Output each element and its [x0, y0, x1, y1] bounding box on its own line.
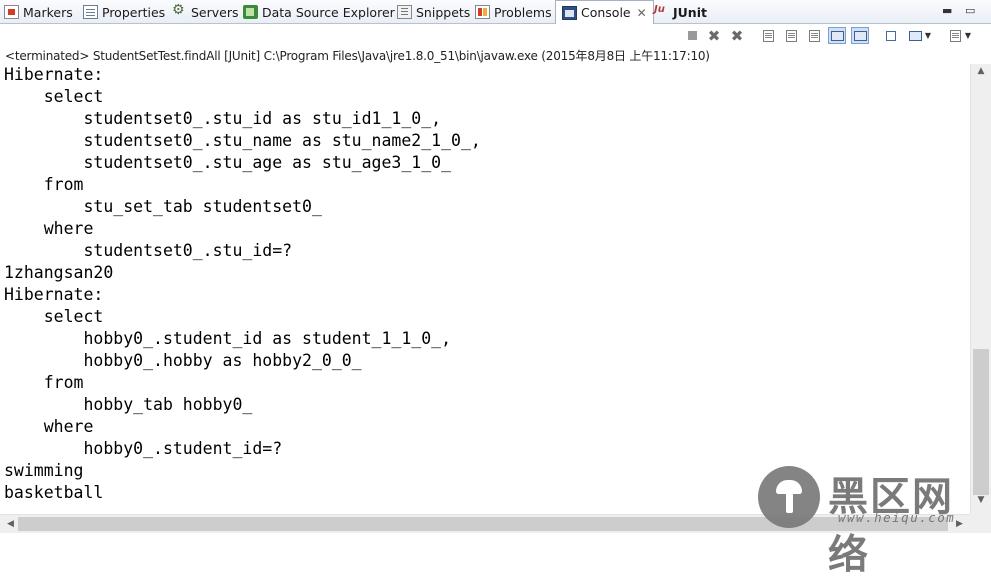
junit-icon: [654, 4, 669, 19]
clear-console-button[interactable]: [759, 27, 777, 44]
console-text: Hibernate: select studentset0_.stu_id as…: [0, 64, 970, 504]
console-line: studentset0_.stu_id=?: [4, 241, 293, 260]
terminate-icon: [687, 31, 697, 40]
console-output[interactable]: Hibernate: select studentset0_.stu_id as…: [0, 64, 970, 514]
tab-junit-label: JUnit: [673, 4, 707, 20]
tab-problems[interactable]: Problems: [475, 0, 552, 24]
pin-console-button[interactable]: [882, 27, 900, 44]
data-source-explorer-icon: [243, 5, 258, 19]
tab-servers[interactable]: Servers: [172, 0, 239, 24]
display-console-icon: [908, 30, 922, 41]
open-console-icon: [949, 29, 961, 42]
properties-icon: [83, 5, 98, 19]
chevron-down-icon: ▼: [964, 31, 971, 40]
scroll-lock-button[interactable]: [782, 27, 800, 44]
console-line: hobby0_.student_id as student_1_1_0_,: [4, 329, 452, 348]
vertical-scrollbar[interactable]: ▲ ▼: [970, 64, 991, 514]
remove-all-icon: ✖: [730, 26, 744, 45]
console-line: select: [4, 87, 104, 106]
terminate-button[interactable]: [683, 27, 701, 44]
display-selected-console-button[interactable]: ▼: [906, 27, 931, 44]
servers-icon: [172, 2, 187, 19]
tab-snippets[interactable]: Snippets: [397, 0, 470, 24]
remove-all-terminated-button[interactable]: ✖: [728, 26, 746, 45]
console-line: studentset0_.stu_id as stu_id1_1_0_,: [4, 109, 442, 128]
tab-properties-label: Properties: [102, 4, 166, 20]
close-icon[interactable]: ✕: [637, 6, 647, 20]
remove-icon: ✖: [707, 26, 721, 45]
problems-icon: [475, 5, 490, 19]
console-line: 1zhangsan20: [4, 263, 114, 282]
mushroom-logo-icon: [758, 466, 820, 528]
stdout-icon: [830, 30, 844, 41]
stderr-icon: [853, 30, 867, 41]
show-console-on-stdout-button[interactable]: [828, 27, 846, 44]
tab-console-label: Console: [581, 5, 631, 20]
console-line: studentset0_.stu_name as stu_name2_1_0_,: [4, 131, 481, 150]
chevron-down-icon: ▼: [924, 31, 931, 40]
pin-icon: [886, 30, 896, 41]
view-tab-bar: Markers Properties Servers Data Source E…: [0, 0, 991, 24]
console-line: Hibernate:: [4, 65, 114, 84]
console-line: hobby0_.hobby as hobby2_0_0_: [4, 351, 372, 370]
minimize-button[interactable]: ▬: [942, 4, 952, 17]
tab-snippets-label: Snippets: [416, 4, 471, 20]
console-line: stu_set_tab studentset0_: [4, 197, 332, 216]
scroll-left-icon[interactable]: ◀: [2, 516, 19, 533]
watermark: 黑区网络 www.heiqu.com: [758, 466, 983, 578]
remove-launch-button[interactable]: ✖: [705, 26, 723, 45]
console-line: Hibernate:: [4, 285, 114, 304]
tab-junit[interactable]: JUnit: [654, 0, 707, 24]
watermark-url: www.heiqu.com: [838, 510, 956, 525]
tab-problems-label: Problems: [494, 4, 552, 20]
console-line: from: [4, 175, 84, 194]
console-line: select: [4, 307, 104, 326]
console-line: hobby0_.student_id=?: [4, 439, 283, 458]
process-status-line: <terminated> StudentSetTest.findAll [JUn…: [5, 49, 710, 63]
word-wrap-icon: [808, 29, 820, 42]
tab-data-source-explorer-label: Data Source Explorer: [262, 4, 395, 20]
maximize-button[interactable]: ▭: [965, 4, 975, 17]
tab-markers-label: Markers: [23, 4, 73, 20]
console-line: where: [4, 219, 94, 238]
open-console-button[interactable]: ▼: [946, 27, 971, 44]
word-wrap-button[interactable]: [805, 27, 823, 44]
markers-icon: [4, 5, 19, 19]
console-line: hobby_tab hobby0_: [4, 395, 263, 414]
snippets-icon: [397, 5, 412, 19]
tab-properties[interactable]: Properties: [83, 0, 165, 24]
tab-console[interactable]: Console ✕: [555, 0, 654, 24]
scroll-lock-icon: [785, 29, 797, 42]
tab-data-source-explorer[interactable]: Data Source Explorer: [243, 0, 395, 24]
console-icon: [562, 5, 577, 20]
scroll-up-icon[interactable]: ▲: [971, 66, 991, 83]
console-line: studentset0_.stu_age as stu_age3_1_0_: [4, 153, 461, 172]
show-console-on-stderr-button[interactable]: [851, 27, 869, 44]
console-toolbar: ✖ ✖ ▼ ▼: [0, 24, 991, 47]
clear-console-icon: [762, 29, 774, 42]
tab-markers[interactable]: Markers: [4, 0, 73, 24]
console-line: where: [4, 417, 94, 436]
tab-servers-label: Servers: [191, 4, 239, 20]
console-line: from: [4, 373, 84, 392]
